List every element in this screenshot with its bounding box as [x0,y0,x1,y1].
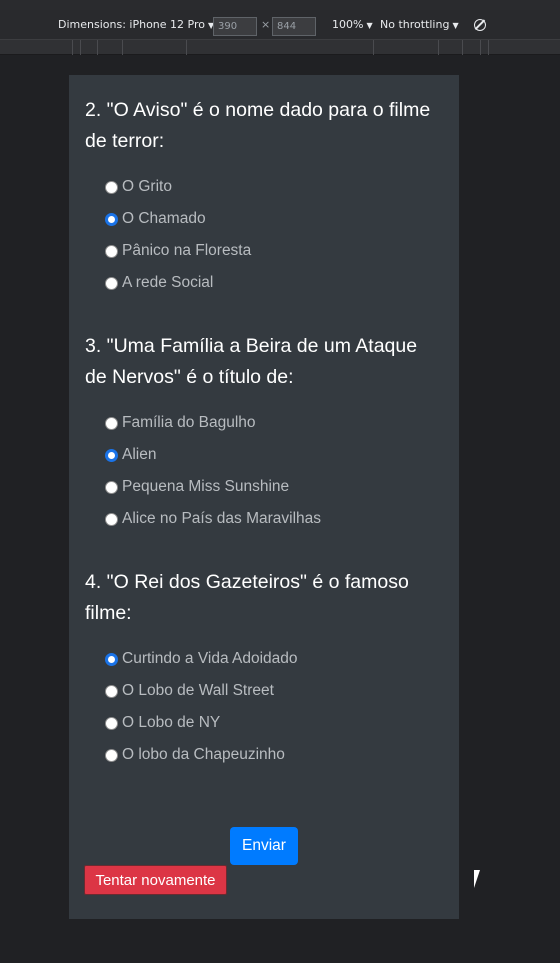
device-dimensions-dropdown[interactable]: Dimensions: iPhone 12 Pro ▼ [58,10,214,40]
answer-option[interactable]: Alien [85,439,443,471]
question-list: 2. "O Aviso" é o nome dado para o filme … [85,95,443,771]
rotate-icon[interactable] [474,19,486,31]
answer-option[interactable]: O Lobo de Wall Street [85,675,443,707]
question-title: 2. "O Aviso" é o nome dado para o filme … [85,99,431,152]
radio-button[interactable] [105,716,118,730]
device-viewport: 2. "O Aviso" é o nome dado para o filme … [0,56,560,963]
answer-option[interactable]: O Lobo de NY [85,707,443,739]
radio-button[interactable] [105,684,118,698]
radio-button-checked[interactable] [105,212,118,226]
answer-option-label[interactable]: O Chamado [122,210,206,228]
question-block: 4. "O Rei dos Gazeteiros" é o famoso fil… [85,567,443,771]
throttling-dropdown[interactable]: No throttling ▼ [380,10,459,40]
zoom-label: 100% [332,18,364,31]
answer-option[interactable]: Alice no País das Maravilhas [85,503,443,535]
radio-button[interactable] [105,416,118,430]
radio-button[interactable] [105,180,118,194]
chevron-down-icon: ▼ [366,21,373,30]
browser-top-strip [0,0,560,10]
question-block: 2. "O Aviso" é o nome dado para o filme … [85,95,443,299]
zoom-dropdown[interactable]: 100% ▼ [332,10,373,40]
submit-button[interactable]: Enviar [230,827,298,865]
answer-option-label[interactable]: O lobo da Chapeuzinho [122,746,285,764]
question-block: 3. "Uma Família a Beira de um Ataque de … [85,331,443,535]
radio-button[interactable] [105,512,118,526]
answer-option[interactable]: A rede Social [85,267,443,299]
mouse-cursor-icon [474,870,486,888]
question-title: 4. "O Rei dos Gazeteiros" é o famoso fil… [85,571,409,624]
media-query-ruler [0,40,560,55]
radio-button[interactable] [105,276,118,290]
answer-option-label[interactable]: Pânico na Floresta [122,242,251,260]
answer-option[interactable]: O lobo da Chapeuzinho [85,739,443,771]
answer-option-label[interactable]: Família do Bagulho [122,414,256,432]
answer-option[interactable]: Família do Bagulho [85,407,443,439]
device-toolbar: Dimensions: iPhone 12 Pro ▼ 390 × 844 100… [0,10,560,40]
answer-option[interactable]: Curtindo a Vida Adoidado [85,643,443,675]
viewport-width-input[interactable]: 390 [213,17,257,36]
answer-option-label[interactable]: O Lobo de Wall Street [122,682,274,700]
answer-option[interactable]: Pânico na Floresta [85,235,443,267]
chevron-down-icon: ▼ [452,21,459,30]
radio-button[interactable] [105,244,118,258]
throttling-label: No throttling [380,18,450,31]
answer-option-label[interactable]: A rede Social [122,274,213,292]
retry-button[interactable]: Tentar novamente [84,865,227,895]
answer-option-label[interactable]: Pequena Miss Sunshine [122,478,289,496]
radio-button-checked[interactable] [105,448,118,462]
answer-option[interactable]: O Chamado [85,203,443,235]
radio-button[interactable] [105,748,118,762]
times-symbol: × [261,18,271,31]
question-title: 3. "Uma Família a Beira de um Ataque de … [85,335,418,388]
answer-option-label[interactable]: Curtindo a Vida Adoidado [122,650,298,668]
answer-option-label[interactable]: Alien [122,446,156,464]
answer-option-label[interactable]: O Grito [122,178,172,196]
quiz-card: 2. "O Aviso" é o nome dado para o filme … [69,75,459,919]
answer-option[interactable]: Pequena Miss Sunshine [85,471,443,503]
answer-option-label[interactable]: Alice no País das Maravilhas [122,510,321,528]
radio-button-checked[interactable] [105,652,118,666]
answer-option-label[interactable]: O Lobo de NY [122,714,220,732]
radio-button[interactable] [105,480,118,494]
answer-option[interactable]: O Grito [85,171,443,203]
device-dimensions-label: Dimensions: iPhone 12 Pro [58,18,205,31]
viewport-height-input[interactable]: 844 [272,17,316,36]
